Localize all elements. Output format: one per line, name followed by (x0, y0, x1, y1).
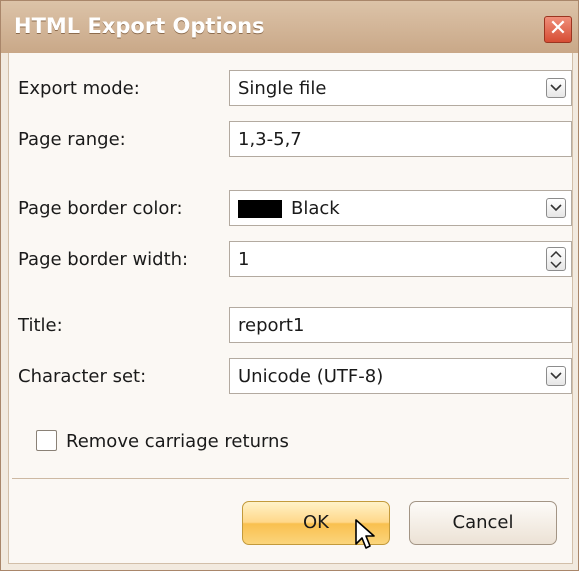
page-border-width-label: Page border width: (18, 249, 189, 270)
page-range-label: Page range: (18, 129, 126, 150)
page-range-value: 1,3-5,7 (238, 129, 302, 150)
html-export-options-dialog: HTML Export Options ✕ Export mode: Singl… (0, 0, 579, 571)
spinner-button[interactable] (546, 247, 566, 271)
separator (12, 478, 569, 479)
character-set-dropdown-button[interactable] (546, 366, 566, 386)
spin-up-icon (550, 251, 562, 258)
color-swatch (238, 200, 282, 218)
page-border-color-value: Black (291, 198, 340, 219)
remove-carriage-returns-checkbox[interactable] (36, 430, 57, 451)
character-set-label: Character set: (18, 366, 147, 387)
close-button[interactable]: ✕ (544, 16, 572, 43)
chevron-down-icon (550, 84, 562, 92)
cancel-button[interactable]: Cancel (409, 501, 557, 545)
page-range-input[interactable]: 1,3-5,7 (229, 121, 572, 157)
dialog-title: HTML Export Options (14, 14, 265, 38)
spin-down-icon (550, 261, 562, 268)
title-value: report1 (238, 315, 305, 336)
title-bar[interactable]: HTML Export Options ✕ (1, 1, 578, 53)
mouse-cursor-icon (355, 519, 375, 549)
title-input[interactable]: report1 (229, 307, 572, 343)
export-mode-label: Export mode: (18, 78, 140, 99)
chevron-down-icon (550, 372, 562, 380)
page-border-color-dropdown-button[interactable] (546, 198, 566, 218)
chevron-down-icon (550, 204, 562, 212)
character-set-value: Unicode (UTF-8) (238, 366, 384, 387)
export-mode-select[interactable]: Single file (229, 70, 572, 106)
close-icon: ✕ (548, 16, 568, 41)
export-mode-dropdown-button[interactable] (546, 78, 566, 98)
export-mode-value: Single file (238, 78, 327, 99)
remove-carriage-returns-label[interactable]: Remove carriage returns (66, 431, 289, 452)
dialog-body: Export mode: Single file Page range: 1,3… (8, 53, 573, 564)
character-set-select[interactable]: Unicode (UTF-8) (229, 358, 572, 394)
page-border-color-label: Page border color: (18, 198, 183, 219)
page-border-width-value: 1 (238, 249, 250, 270)
page-border-width-spinner[interactable]: 1 (229, 241, 572, 277)
page-border-color-select[interactable]: Black (229, 190, 572, 226)
title-label: Title: (18, 315, 63, 336)
